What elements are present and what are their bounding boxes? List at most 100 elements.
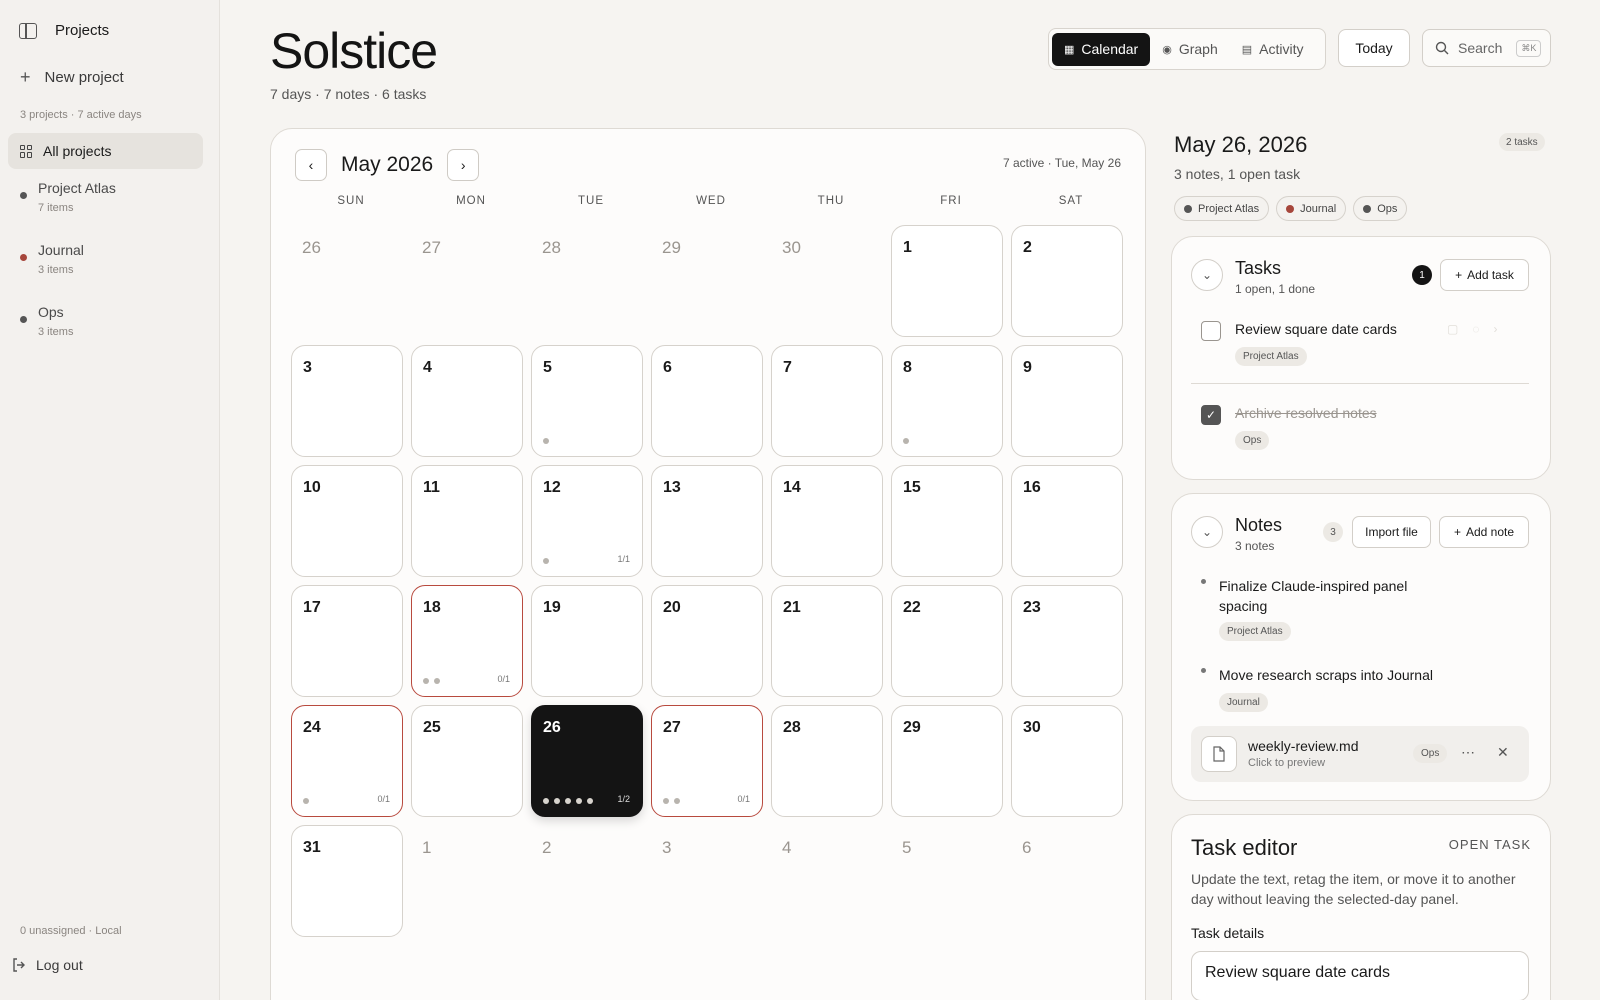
editor-status: OPEN TASK xyxy=(1448,837,1531,852)
note-text[interactable]: Move research scraps into Journal xyxy=(1219,665,1433,685)
calendar-day[interactable]: 18 0/1 xyxy=(411,585,523,697)
tab-graph[interactable]: ◉ Graph xyxy=(1150,33,1230,66)
note-text[interactable]: Finalize Claude-inspired panel spacing xyxy=(1219,576,1449,616)
tab-calendar[interactable]: ▦ Calendar xyxy=(1052,32,1151,66)
calendar-day[interactable]: 14 xyxy=(771,465,883,577)
calendar-day[interactable]: 27 xyxy=(411,225,523,337)
new-project-button[interactable]: + New project xyxy=(20,68,124,86)
task-checkbox[interactable] xyxy=(1201,321,1221,341)
day-number: 4 xyxy=(423,359,432,376)
chevron-right-icon[interactable]: › xyxy=(1493,322,1497,336)
close-icon[interactable]: ✕ xyxy=(1497,744,1509,761)
day-number: 12 xyxy=(543,479,561,496)
tag-project-atlas[interactable]: Project Atlas xyxy=(1174,196,1270,221)
calendar-icon[interactable]: ▢ xyxy=(1447,322,1458,336)
calendar-day[interactable]: 12 1/1 xyxy=(531,465,643,577)
calendar-day[interactable]: 1 xyxy=(891,225,1003,337)
import-file-button[interactable]: Import file xyxy=(1352,516,1431,548)
tag-ops[interactable]: Ops xyxy=(1353,196,1408,221)
task-text[interactable]: Review square date cards xyxy=(1235,321,1397,337)
calendar-day[interactable]: 23 xyxy=(1011,585,1123,697)
calendar-day[interactable]: 15 xyxy=(891,465,1003,577)
calendar-day[interactable]: 30 xyxy=(1011,705,1123,817)
calendar-day[interactable]: 9 xyxy=(1011,345,1123,457)
day-number: 9 xyxy=(1023,359,1032,376)
prev-month-button[interactable]: ‹ xyxy=(295,149,327,181)
task-text[interactable]: Archive resolved notes xyxy=(1235,405,1377,421)
sidebar-toggle-icon[interactable] xyxy=(19,22,37,39)
sidebar-item-ops[interactable]: Ops 3 items xyxy=(20,304,200,344)
calendar-day[interactable]: 29 xyxy=(891,705,1003,817)
calendar-day[interactable]: 13 xyxy=(651,465,763,577)
file-attachment[interactable]: weekly-review.md Click to preview Ops ⋯ … xyxy=(1191,726,1529,782)
tag-journal[interactable]: Journal xyxy=(1276,196,1347,221)
next-month-button[interactable]: › xyxy=(447,149,480,181)
tasks-sub: 1 open, 1 done xyxy=(1235,282,1316,296)
task-checkbox-checked[interactable]: ✓ xyxy=(1201,405,1221,425)
calendar-day[interactable]: 28 xyxy=(531,225,643,337)
calendar-day[interactable]: 6 xyxy=(1011,825,1123,937)
sidebar-summary: 3 projects · 7 active days xyxy=(20,109,142,121)
calendar-day[interactable]: 26 xyxy=(291,225,403,337)
activity-dot xyxy=(554,798,560,804)
calendar-day-selected[interactable]: 26 1/2 xyxy=(531,705,643,817)
task-ratio: 1/1 xyxy=(617,554,630,564)
tab-activity[interactable]: ▤ Activity xyxy=(1230,33,1316,66)
calendar-day[interactable]: 27 0/1 xyxy=(651,705,763,817)
sidebar-item-all-projects[interactable]: All projects xyxy=(8,133,203,169)
day-number: 27 xyxy=(422,238,441,257)
sidebar-item-project-atlas[interactable]: Project Atlas 7 items xyxy=(20,180,200,220)
day-number: 6 xyxy=(1022,838,1032,857)
calendar-day[interactable]: 2 xyxy=(531,825,643,937)
calendar-day[interactable]: 28 xyxy=(771,705,883,817)
calendar-day[interactable]: 24 0/1 xyxy=(291,705,403,817)
calendar-day[interactable]: 19 xyxy=(531,585,643,697)
collapse-notes-button[interactable]: ⌄ xyxy=(1191,516,1223,548)
calendar-day[interactable]: 8 xyxy=(891,345,1003,457)
tag-icon[interactable]: ◌ xyxy=(1472,322,1479,336)
calendar-icon: ▦ xyxy=(1064,43,1075,56)
calendar-day[interactable]: 17 xyxy=(291,585,403,697)
more-icon[interactable]: ⋯ xyxy=(1461,744,1475,761)
logout-button[interactable]: Log out xyxy=(12,957,83,973)
weekday-fri: FRI xyxy=(940,195,962,207)
tag-dot xyxy=(1286,204,1295,213)
chevron-right-icon: › xyxy=(460,157,466,173)
task-details-label: Task details xyxy=(1191,925,1265,941)
calendar-day[interactable]: 5 xyxy=(531,345,643,457)
sidebar-item-journal[interactable]: Journal 3 items xyxy=(20,242,200,282)
today-button[interactable]: Today xyxy=(1338,29,1410,67)
calendar-day[interactable]: 4 xyxy=(771,825,883,937)
calendar-day[interactable]: 30 xyxy=(771,225,883,337)
calendar-day[interactable]: 6 xyxy=(651,345,763,457)
calendar-day[interactable]: 25 xyxy=(411,705,523,817)
day-number: 27 xyxy=(663,719,681,736)
calendar-day[interactable]: 4 xyxy=(411,345,523,457)
calendar-day[interactable]: 20 xyxy=(651,585,763,697)
add-task-button[interactable]: + Add task xyxy=(1440,259,1529,291)
calendar-day[interactable]: 29 xyxy=(651,225,763,337)
activity-dot xyxy=(543,438,549,444)
collapse-tasks-button[interactable]: ⌄ xyxy=(1191,259,1223,291)
project-color-dot xyxy=(20,316,27,323)
calendar-day[interactable]: 21 xyxy=(771,585,883,697)
activity-dots xyxy=(663,798,680,804)
calendar-day[interactable]: 5 xyxy=(891,825,1003,937)
add-note-button[interactable]: + Add note xyxy=(1439,516,1529,548)
plus-icon: + xyxy=(20,67,31,87)
calendar-day[interactable]: 22 xyxy=(891,585,1003,697)
calendar-day[interactable]: 16 xyxy=(1011,465,1123,577)
note-bullet xyxy=(1201,579,1206,584)
search-button[interactable]: Search ⌘K xyxy=(1422,29,1551,67)
calendar-day[interactable]: 3 xyxy=(651,825,763,937)
calendar-day[interactable]: 31 xyxy=(291,825,403,937)
task-details-input[interactable]: Review square date cards xyxy=(1191,951,1529,1000)
calendar-day[interactable]: 11 xyxy=(411,465,523,577)
logout-icon xyxy=(13,958,25,972)
calendar-day[interactable]: 3 xyxy=(291,345,403,457)
calendar-day[interactable]: 1 xyxy=(411,825,523,937)
calendar-day[interactable]: 10 xyxy=(291,465,403,577)
calendar-day[interactable]: 2 xyxy=(1011,225,1123,337)
calendar-day[interactable]: 7 xyxy=(771,345,883,457)
day-number: 24 xyxy=(303,719,321,736)
